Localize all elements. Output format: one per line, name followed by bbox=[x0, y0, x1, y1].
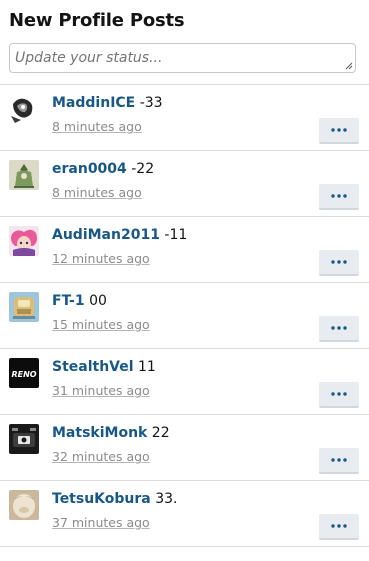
more-options-button[interactable] bbox=[319, 382, 359, 408]
ellipsis-icon bbox=[331, 128, 347, 132]
post-text: 33. bbox=[155, 491, 178, 507]
avatar[interactable] bbox=[9, 490, 39, 520]
post-timestamp[interactable]: 31 minutes ago bbox=[52, 383, 150, 398]
post-text: -11 bbox=[164, 227, 188, 243]
username-link[interactable]: eran0004 bbox=[52, 161, 127, 177]
more-options-button[interactable] bbox=[319, 118, 359, 144]
profile-posts-list: MaddinICE -33 8 minutes ago eran0004 -22… bbox=[0, 84, 369, 547]
post-text: 00 bbox=[89, 293, 107, 309]
profile-post: TetsuKobura 33. 37 minutes ago bbox=[0, 480, 369, 547]
post-timestamp[interactable]: 8 minutes ago bbox=[52, 119, 142, 134]
username-link[interactable]: MaddinICE bbox=[52, 95, 135, 111]
new-profile-posts-widget: New Profile Posts MaddinICE -33 8 minute… bbox=[0, 0, 369, 561]
profile-post: AudiMan2011 -11 12 minutes ago bbox=[0, 216, 369, 282]
avatar[interactable] bbox=[9, 424, 39, 454]
more-options-button[interactable] bbox=[319, 316, 359, 342]
username-link[interactable]: AudiMan2011 bbox=[52, 227, 160, 243]
ellipsis-icon bbox=[331, 194, 347, 198]
status-input[interactable] bbox=[9, 43, 356, 73]
svg-text:RENO: RENO bbox=[11, 370, 36, 379]
avatar[interactable] bbox=[9, 160, 39, 190]
post-timestamp[interactable]: 8 minutes ago bbox=[52, 185, 142, 200]
profile-post: MaddinICE -33 8 minutes ago bbox=[0, 84, 369, 150]
profile-post: MatskiMonk 22 32 minutes ago bbox=[0, 414, 369, 480]
resize-grip-icon[interactable] bbox=[345, 62, 353, 70]
avatar[interactable]: RENO bbox=[9, 358, 39, 388]
more-options-button[interactable] bbox=[319, 448, 359, 474]
profile-post: RENO StealthVel 11 31 minutes ago bbox=[0, 348, 369, 414]
username-link[interactable]: FT-1 bbox=[52, 293, 85, 309]
ellipsis-icon bbox=[331, 260, 347, 264]
post-timestamp[interactable]: 37 minutes ago bbox=[52, 515, 150, 530]
more-options-button[interactable] bbox=[319, 250, 359, 276]
post-text: -33 bbox=[139, 95, 163, 111]
post-timestamp[interactable]: 12 minutes ago bbox=[52, 251, 150, 266]
username-link[interactable]: MatskiMonk bbox=[52, 425, 147, 441]
ellipsis-icon bbox=[331, 458, 347, 462]
post-timestamp[interactable]: 32 minutes ago bbox=[52, 449, 150, 464]
profile-post: eran0004 -22 8 minutes ago bbox=[0, 150, 369, 216]
more-options-button[interactable] bbox=[319, 514, 359, 540]
profile-post: FT-1 00 15 minutes ago bbox=[0, 282, 369, 348]
widget-title: New Profile Posts bbox=[9, 10, 185, 31]
avatar[interactable] bbox=[9, 94, 39, 124]
username-link[interactable]: TetsuKobura bbox=[52, 491, 151, 507]
username-link[interactable]: StealthVel bbox=[52, 359, 134, 375]
avatar[interactable] bbox=[9, 292, 39, 322]
post-timestamp[interactable]: 15 minutes ago bbox=[52, 317, 150, 332]
post-text: 11 bbox=[138, 359, 156, 375]
ellipsis-icon bbox=[331, 326, 347, 330]
ellipsis-icon bbox=[331, 392, 347, 396]
avatar[interactable] bbox=[9, 226, 39, 256]
post-text: -22 bbox=[131, 161, 155, 177]
post-text: 22 bbox=[151, 425, 170, 441]
more-options-button[interactable] bbox=[319, 184, 359, 210]
ellipsis-icon bbox=[331, 524, 347, 528]
